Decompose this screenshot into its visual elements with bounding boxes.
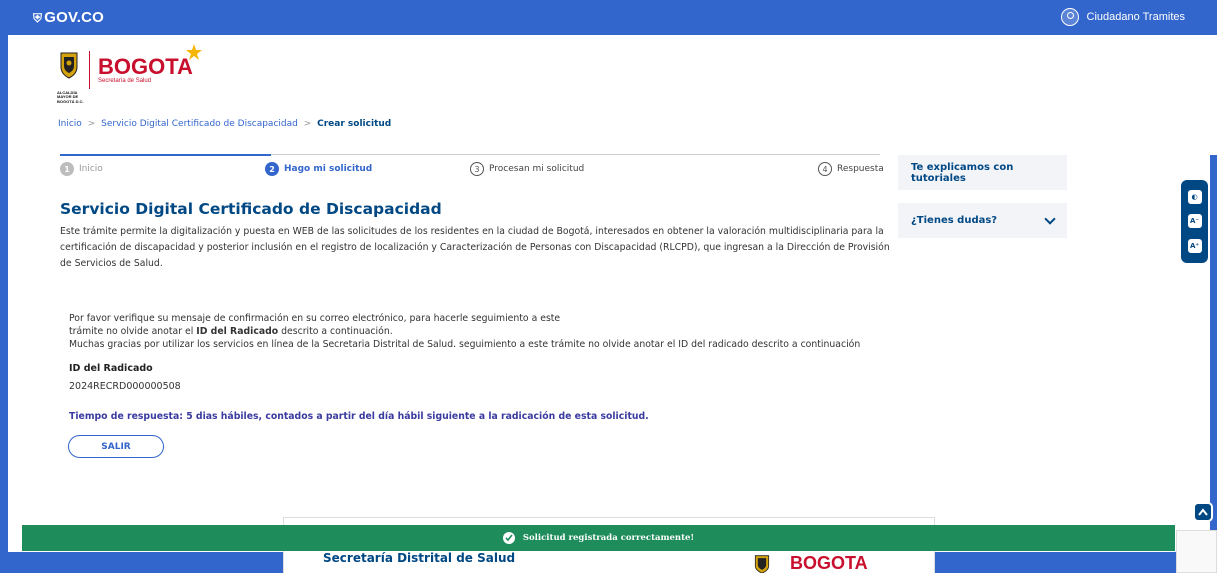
step-number: 4: [818, 162, 832, 176]
confirm-line-2-post: descrito a continuación.: [278, 326, 393, 337]
govco-logo[interactable]: ⛨ GOV.CO: [33, 9, 104, 26]
breadcrumb-separator: >: [303, 119, 312, 129]
dudas-label: ¿Tienes dudas?: [911, 215, 998, 226]
scroll-to-top-button[interactable]: [1193, 502, 1213, 522]
breadcrumb-current: Crear solicitud: [317, 119, 392, 129]
check-circle-icon: [502, 532, 515, 544]
breadcrumb-item-servicio[interactable]: Servicio Digital Certificado de Discapac…: [101, 119, 298, 129]
escudo-bogota-icon: [60, 52, 78, 79]
dudas-accordion[interactable]: ¿Tienes dudas?: [898, 203, 1067, 238]
secretaria-logo[interactable]: BOGOTA Secretaría de Salud ALCALDÍA MAYO…: [57, 44, 202, 104]
footer-title: Secretaría Distrital de Salud: [323, 551, 516, 565]
step-procesan: 3 Procesan mi solicitud: [470, 162, 584, 176]
user-avatar-icon: [1060, 8, 1079, 26]
confirm-line-2-bold: ID del Radicado: [196, 326, 279, 337]
toast-message: Solicitud registrada correctamente!: [522, 533, 695, 543]
increase-font-icon[interactable]: A⁺: [1187, 238, 1202, 253]
left-edge-bar: [0, 35, 8, 555]
confirm-line-1: Por favor verifique su mensaje de confir…: [69, 313, 561, 324]
radicado-id-label: ID del Radicado: [69, 363, 153, 374]
contrast-icon[interactable]: ◐: [1187, 190, 1202, 205]
salir-button[interactable]: SALIR: [68, 435, 164, 458]
step-label: Inicio: [79, 164, 103, 174]
footer-band-right: [935, 552, 1185, 573]
step-hago-solicitud: 2 Hago mi solicitud: [265, 162, 372, 176]
chevron-up-icon: [1198, 508, 1208, 516]
step-respuesta: 4 Respuesta: [818, 162, 884, 176]
alcaldia-label: ALCALDÍA MAYOR DE BOGOTÁ D.C.: [57, 90, 84, 104]
bogota-wordmark: BOGOTA: [98, 54, 193, 79]
right-edge-bar: [1210, 155, 1217, 555]
confirmation-message: Por favor verifique su mensaje de confir…: [69, 312, 899, 351]
govco-shield-icon: ⛨: [33, 11, 43, 25]
step-label: Procesan mi solicitud: [489, 164, 585, 174]
confirm-line-3: Muchas gracias por utilizar los servicio…: [69, 339, 861, 350]
radicado-id-value: 2024RECRD000000508: [69, 381, 181, 392]
intro-text: Este trámite permite la digitalización y…: [60, 226, 890, 269]
stepper-progress-line: [60, 154, 271, 156]
step-number: 3: [470, 162, 484, 176]
response-time-note: Tiempo de respuesta: 5 dias hábiles, con…: [69, 411, 649, 422]
logo-divider: [89, 51, 90, 89]
gov-top-bar: ⛨ GOV.CO Ciudadano Tramites: [0, 0, 1217, 35]
chevron-down-icon: [1044, 212, 1056, 225]
footer-bogota-wordmark: BOGOTA: [790, 553, 868, 573]
page-title: Servicio Digital Certificado de Discapac…: [60, 200, 442, 218]
stepper-track-line: [271, 154, 880, 155]
confirm-line-2: trámite no olvide anotar el ID del Radic…: [69, 325, 899, 338]
step-label: Hago mi solicitud: [284, 164, 373, 174]
user-name: Ciudadano Tramites: [1086, 11, 1185, 23]
tutorials-link[interactable]: Te explicamos con tutoriales: [898, 155, 1067, 190]
user-menu[interactable]: Ciudadano Tramites: [1060, 8, 1185, 26]
success-toast: Solicitud registrada correctamente!: [22, 525, 1175, 551]
footer-band-left: [0, 552, 283, 573]
recaptcha-badge[interactable]: [1176, 530, 1217, 573]
tutorials-label: Te explicamos con tutoriales: [911, 161, 1014, 184]
step-number: 1: [60, 162, 74, 176]
step-number: 2: [265, 162, 279, 176]
bogota-star-icon: [185, 44, 202, 60]
step-label: Respuesta: [837, 164, 884, 174]
footer-logos: BOGOTA: [752, 553, 868, 573]
breadcrumb-separator: >: [87, 119, 96, 129]
decrease-font-icon[interactable]: A⁻: [1187, 214, 1202, 229]
breadcrumb: Inicio > Servicio Digital Certificado de…: [58, 119, 391, 129]
govco-logo-text: GOV.CO: [44, 9, 105, 26]
footer-escudo-icon: [754, 554, 770, 573]
breadcrumb-item-inicio[interactable]: Inicio: [58, 119, 82, 129]
step-inicio: 1 Inicio: [60, 162, 103, 176]
progress-stepper: 1 Inicio 2 Hago mi solicitud 3 Procesan …: [60, 154, 884, 184]
accessibility-panel: ◐ A⁻ A⁺: [1181, 180, 1208, 263]
confirm-line-2-pre: trámite no olvide anotar el: [69, 326, 197, 337]
